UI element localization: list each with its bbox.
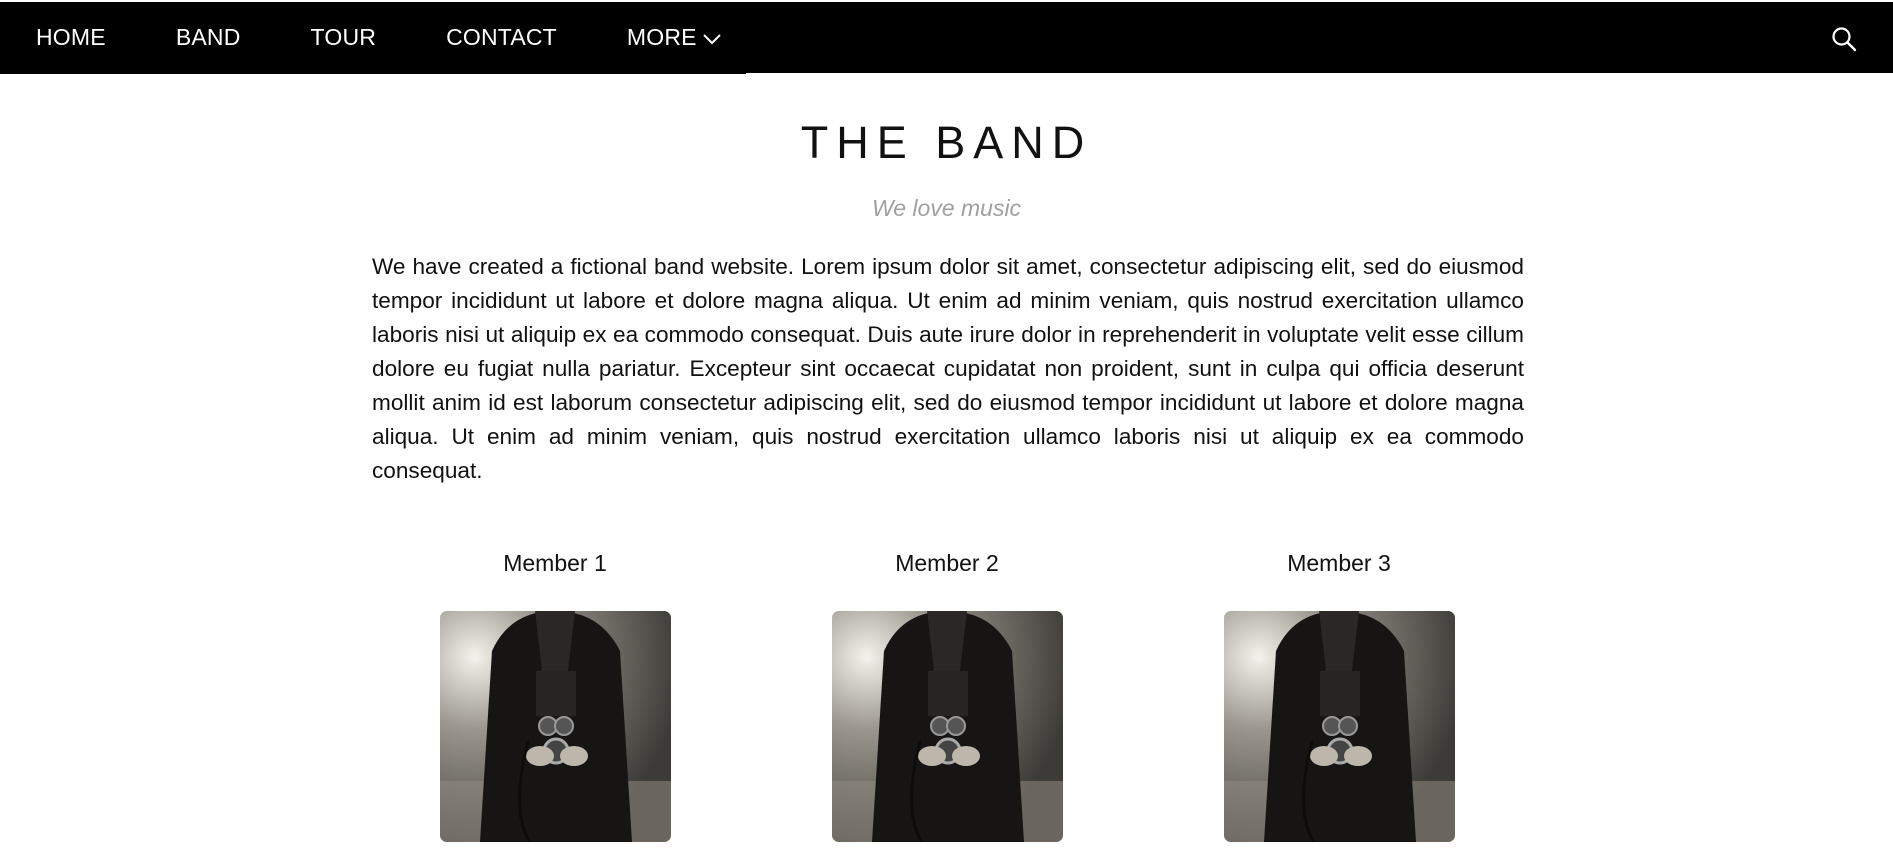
nav-item-band[interactable]: BAND bbox=[176, 2, 241, 73]
member-photo[interactable] bbox=[831, 611, 1063, 842]
nav-item-contact[interactable]: CONTACT bbox=[446, 2, 557, 73]
member-photo-image bbox=[831, 611, 1063, 842]
member-name: Member 2 bbox=[895, 550, 999, 576]
search-button[interactable] bbox=[1829, 24, 1859, 54]
member-card-3: Member 3 bbox=[1209, 543, 1469, 842]
chevron-down-icon bbox=[701, 28, 723, 50]
nav-item-label: CONTACT bbox=[446, 24, 557, 50]
nav-divider bbox=[0, 72, 746, 74]
nav-item-label: HOME bbox=[36, 24, 106, 50]
nav-item-tour[interactable]: TOUR bbox=[311, 2, 377, 73]
top-navigation-bar: HOME BAND TOUR CONTACT MORE bbox=[0, 2, 1893, 73]
nav-item-more-dropdown[interactable]: MORE bbox=[627, 2, 723, 73]
nav-item-home[interactable]: HOME bbox=[36, 2, 106, 73]
member-photo-image bbox=[439, 611, 671, 842]
page-title: THE BAND bbox=[800, 117, 1093, 168]
nav-item-label: TOUR bbox=[310, 24, 377, 50]
nav-menu: HOME BAND TOUR CONTACT MORE bbox=[0, 2, 723, 73]
search-icon bbox=[1829, 27, 1859, 58]
member-card-2: Member 2 bbox=[817, 543, 1077, 842]
band-description: We have created a fictional band website… bbox=[372, 254, 1524, 483]
member-photo[interactable] bbox=[439, 611, 671, 842]
member-name: Member 3 bbox=[1287, 550, 1391, 576]
member-photo-image bbox=[1223, 611, 1455, 842]
page-subtitle: We love music bbox=[871, 195, 1022, 221]
member-photo[interactable] bbox=[1223, 611, 1455, 842]
member-name: Member 1 bbox=[503, 550, 607, 576]
nav-item-label: BAND bbox=[175, 24, 241, 50]
nav-item-label: MORE bbox=[626, 24, 697, 50]
member-card-1: Member 1 bbox=[425, 543, 685, 842]
